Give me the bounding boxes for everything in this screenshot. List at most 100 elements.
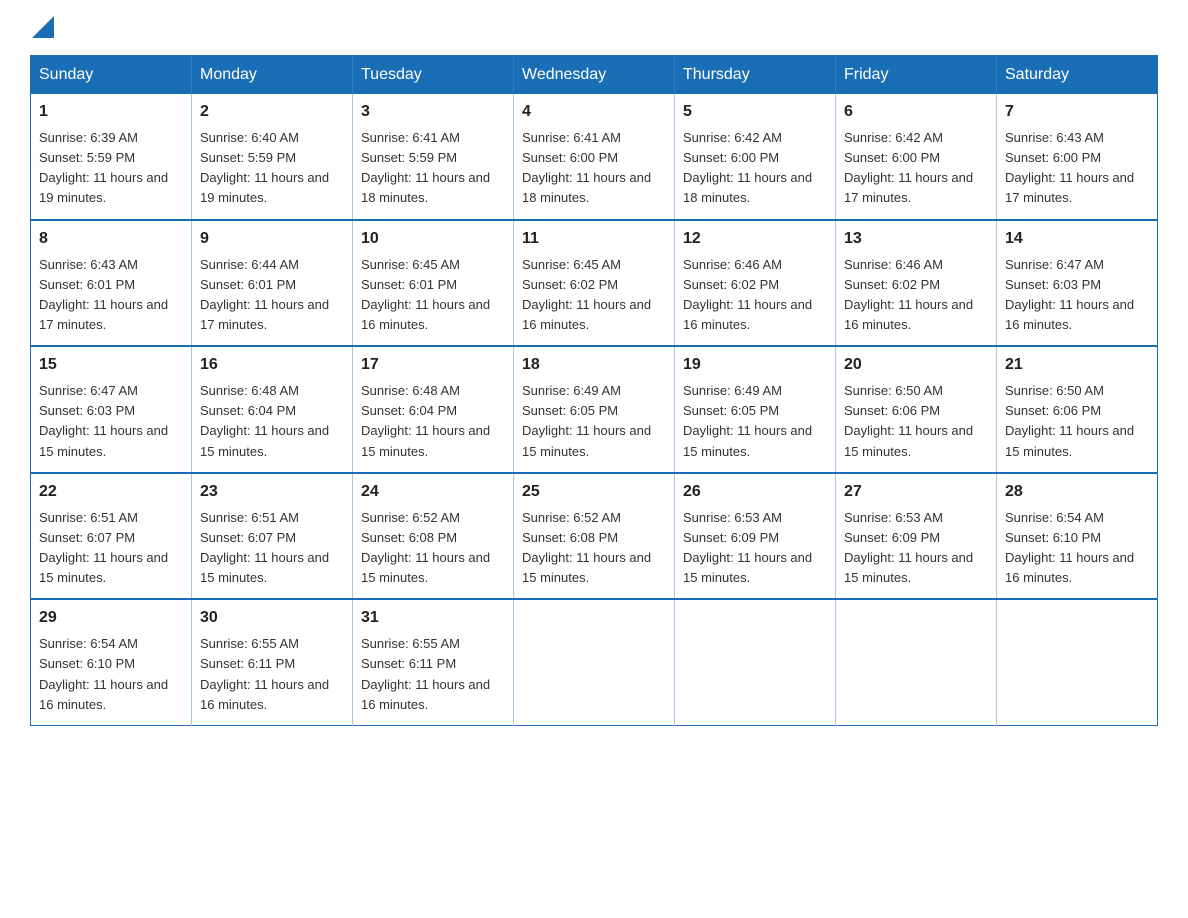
day-number: 13 xyxy=(844,227,988,251)
calendar-week-row: 29Sunrise: 6:54 AMSunset: 6:10 PMDayligh… xyxy=(31,599,1158,725)
table-row: 26 Sunrise: 6:53 AMSunset: 6:09 PMDayligh… xyxy=(675,473,836,600)
day-number: 7 xyxy=(1005,100,1149,124)
calendar-table: Sunday Monday Tuesday Wednesday Thursday… xyxy=(30,55,1158,726)
table-row: 9 Sunrise: 6:44 AMSunset: 6:01 PMDaylight… xyxy=(192,220,353,347)
day-number: 4 xyxy=(522,100,666,124)
day-number: 12 xyxy=(683,227,827,251)
day-info: Sunrise: 6:46 AMSunset: 6:02 PMDaylight:… xyxy=(683,255,827,336)
day-info: Sunrise: 6:53 AMSunset: 6:09 PMDaylight:… xyxy=(844,508,988,589)
day-info: Sunrise: 6:47 AMSunset: 6:03 PMDaylight:… xyxy=(1005,255,1149,336)
col-thursday: Thursday xyxy=(675,56,836,95)
day-info: Sunrise: 6:54 AMSunset: 6:10 PMDaylight:… xyxy=(39,634,183,715)
day-info: Sunrise: 6:52 AMSunset: 6:08 PMDaylight:… xyxy=(522,508,666,589)
col-sunday: Sunday xyxy=(31,56,192,95)
day-info: Sunrise: 6:43 AMSunset: 6:00 PMDaylight:… xyxy=(1005,128,1149,209)
table-row: 12 Sunrise: 6:46 AMSunset: 6:02 PMDayligh… xyxy=(675,220,836,347)
day-info: Sunrise: 6:55 AMSunset: 6:11 PMDaylight:… xyxy=(200,634,344,715)
day-number: 21 xyxy=(1005,353,1149,377)
day-number: 20 xyxy=(844,353,988,377)
day-number: 30 xyxy=(200,606,344,630)
table-row: 3 Sunrise: 6:41 AMSunset: 5:59 PMDaylight… xyxy=(353,94,514,220)
table-row: 25 Sunrise: 6:52 AMSunset: 6:08 PMDayligh… xyxy=(514,473,675,600)
day-number: 23 xyxy=(200,480,344,504)
day-number: 19 xyxy=(683,353,827,377)
day-number: 18 xyxy=(522,353,666,377)
col-monday: Monday xyxy=(192,56,353,95)
day-info: Sunrise: 6:55 AMSunset: 6:11 PMDaylight:… xyxy=(361,634,505,715)
day-number: 11 xyxy=(522,227,666,251)
day-number: 14 xyxy=(1005,227,1149,251)
table-row xyxy=(514,599,675,725)
day-info: Sunrise: 6:49 AMSunset: 6:05 PMDaylight:… xyxy=(683,381,827,462)
day-number: 5 xyxy=(683,100,827,124)
day-number: 25 xyxy=(522,480,666,504)
table-row: 1 Sunrise: 6:39 AMSunset: 5:59 PMDaylight… xyxy=(31,94,192,220)
day-info: Sunrise: 6:47 AMSunset: 6:03 PMDaylight:… xyxy=(39,381,183,462)
table-row: 17 Sunrise: 6:48 AMSunset: 6:04 PMDayligh… xyxy=(353,346,514,473)
day-info: Sunrise: 6:54 AMSunset: 6:10 PMDaylight:… xyxy=(1005,508,1149,589)
day-info: Sunrise: 6:50 AMSunset: 6:06 PMDaylight:… xyxy=(844,381,988,462)
table-row: 13Sunrise: 6:46 AMSunset: 6:02 PMDayligh… xyxy=(836,220,997,347)
day-number: 31 xyxy=(361,606,505,630)
day-number: 9 xyxy=(200,227,344,251)
table-row: 24 Sunrise: 6:52 AMSunset: 6:08 PMDayligh… xyxy=(353,473,514,600)
table-row: 31 Sunrise: 6:55 AMSunset: 6:11 PMDayligh… xyxy=(353,599,514,725)
table-row: 29Sunrise: 6:54 AMSunset: 6:10 PMDayligh… xyxy=(31,599,192,725)
day-number: 24 xyxy=(361,480,505,504)
table-row: 7 Sunrise: 6:43 AMSunset: 6:00 PMDaylight… xyxy=(997,94,1158,220)
calendar-week-row: 8 Sunrise: 6:43 AMSunset: 6:01 PMDaylight… xyxy=(31,220,1158,347)
day-info: Sunrise: 6:39 AMSunset: 5:59 PMDaylight:… xyxy=(39,128,183,209)
day-info: Sunrise: 6:48 AMSunset: 6:04 PMDaylight:… xyxy=(361,381,505,462)
table-row: 5Sunrise: 6:42 AMSunset: 6:00 PMDaylight… xyxy=(675,94,836,220)
day-info: Sunrise: 6:48 AMSunset: 6:04 PMDaylight:… xyxy=(200,381,344,462)
table-row xyxy=(836,599,997,725)
day-number: 22 xyxy=(39,480,183,504)
day-number: 16 xyxy=(200,353,344,377)
day-info: Sunrise: 6:53 AMSunset: 6:09 PMDaylight:… xyxy=(683,508,827,589)
calendar-header-row: Sunday Monday Tuesday Wednesday Thursday… xyxy=(31,56,1158,95)
day-info: Sunrise: 6:44 AMSunset: 6:01 PMDaylight:… xyxy=(200,255,344,336)
table-row: 4 Sunrise: 6:41 AMSunset: 6:00 PMDaylight… xyxy=(514,94,675,220)
table-row: 8 Sunrise: 6:43 AMSunset: 6:01 PMDaylight… xyxy=(31,220,192,347)
day-number: 10 xyxy=(361,227,505,251)
day-number: 17 xyxy=(361,353,505,377)
day-number: 26 xyxy=(683,480,827,504)
table-row: 30 Sunrise: 6:55 AMSunset: 6:11 PMDayligh… xyxy=(192,599,353,725)
day-info: Sunrise: 6:51 AMSunset: 6:07 PMDaylight:… xyxy=(200,508,344,589)
table-row: 16 Sunrise: 6:48 AMSunset: 6:04 PMDayligh… xyxy=(192,346,353,473)
day-info: Sunrise: 6:52 AMSunset: 6:08 PMDaylight:… xyxy=(361,508,505,589)
col-friday: Friday xyxy=(836,56,997,95)
calendar-week-row: 15 Sunrise: 6:47 AMSunset: 6:03 PMDayligh… xyxy=(31,346,1158,473)
day-number: 3 xyxy=(361,100,505,124)
table-row: 2Sunrise: 6:40 AMSunset: 5:59 PMDaylight… xyxy=(192,94,353,220)
day-info: Sunrise: 6:45 AMSunset: 6:01 PMDaylight:… xyxy=(361,255,505,336)
day-number: 28 xyxy=(1005,480,1149,504)
col-tuesday: Tuesday xyxy=(353,56,514,95)
day-info: Sunrise: 6:43 AMSunset: 6:01 PMDaylight:… xyxy=(39,255,183,336)
table-row: 15 Sunrise: 6:47 AMSunset: 6:03 PMDayligh… xyxy=(31,346,192,473)
day-info: Sunrise: 6:41 AMSunset: 5:59 PMDaylight:… xyxy=(361,128,505,209)
day-number: 1 xyxy=(39,100,183,124)
table-row: 21 Sunrise: 6:50 AMSunset: 6:06 PMDayligh… xyxy=(997,346,1158,473)
table-row: 10 Sunrise: 6:45 AMSunset: 6:01 PMDayligh… xyxy=(353,220,514,347)
table-row: 23 Sunrise: 6:51 AMSunset: 6:07 PMDayligh… xyxy=(192,473,353,600)
day-number: 27 xyxy=(844,480,988,504)
day-info: Sunrise: 6:41 AMSunset: 6:00 PMDaylight:… xyxy=(522,128,666,209)
logo xyxy=(30,20,54,35)
day-number: 8 xyxy=(39,227,183,251)
day-number: 15 xyxy=(39,353,183,377)
col-wednesday: Wednesday xyxy=(514,56,675,95)
table-row: 28 Sunrise: 6:54 AMSunset: 6:10 PMDayligh… xyxy=(997,473,1158,600)
table-row: 27 Sunrise: 6:53 AMSunset: 6:09 PMDayligh… xyxy=(836,473,997,600)
day-info: Sunrise: 6:50 AMSunset: 6:06 PMDaylight:… xyxy=(1005,381,1149,462)
table-row: 14 Sunrise: 6:47 AMSunset: 6:03 PMDayligh… xyxy=(997,220,1158,347)
table-row: 11Sunrise: 6:45 AMSunset: 6:02 PMDayligh… xyxy=(514,220,675,347)
day-number: 6 xyxy=(844,100,988,124)
table-row: 20 Sunrise: 6:50 AMSunset: 6:06 PMDayligh… xyxy=(836,346,997,473)
calendar-week-row: 1 Sunrise: 6:39 AMSunset: 5:59 PMDaylight… xyxy=(31,94,1158,220)
day-number: 2 xyxy=(200,100,344,124)
day-info: Sunrise: 6:42 AMSunset: 6:00 PMDaylight:… xyxy=(844,128,988,209)
col-saturday: Saturday xyxy=(997,56,1158,95)
day-info: Sunrise: 6:51 AMSunset: 6:07 PMDaylight:… xyxy=(39,508,183,589)
table-row xyxy=(997,599,1158,725)
